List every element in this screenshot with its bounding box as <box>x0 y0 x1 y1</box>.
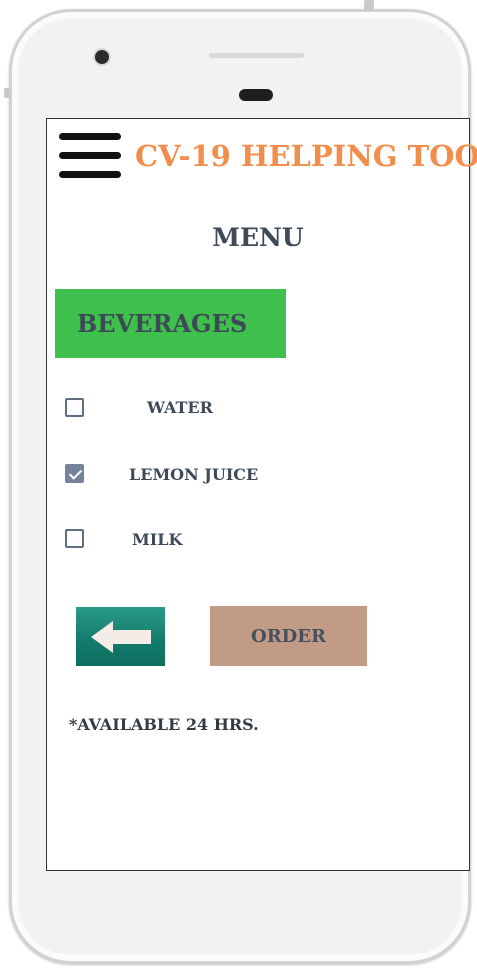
list-item-milk <box>65 529 84 548</box>
hamburger-menu-icon[interactable] <box>59 133 121 179</box>
page-title: MENU <box>212 223 304 252</box>
item-label: LEMON JUICE <box>129 465 259 484</box>
left-arrow-icon <box>90 620 151 653</box>
category-header-beverages: BEVERAGES <box>55 289 286 358</box>
item-label: MILK <box>132 530 183 549</box>
back-button[interactable] <box>76 607 165 666</box>
power-button <box>364 0 374 11</box>
category-label: BEVERAGES <box>77 309 248 338</box>
earpiece-speaker <box>209 53 304 58</box>
list-item-water <box>65 398 84 417</box>
list-item-lemon-juice <box>65 464 84 483</box>
app-title: CV-19 HELPING TOOL <box>135 139 477 173</box>
order-button[interactable]: ORDER <box>210 606 367 666</box>
order-button-label: ORDER <box>251 625 326 647</box>
proximity-sensor <box>239 89 273 101</box>
front-camera <box>95 50 109 64</box>
app-screen: CV-19 HELPING TOOL MENU BEVERAGES WATER … <box>46 118 477 871</box>
milk-checkbox[interactable] <box>65 529 84 548</box>
water-checkbox[interactable] <box>65 398 84 417</box>
phone-frame: CV-19 HELPING TOOL MENU BEVERAGES WATER … <box>9 9 477 964</box>
availability-note: *AVAILABLE 24 HRS. <box>69 715 259 734</box>
lemon-juice-checkbox[interactable] <box>65 464 84 483</box>
volume-button <box>4 88 10 98</box>
item-label: WATER <box>147 398 213 417</box>
